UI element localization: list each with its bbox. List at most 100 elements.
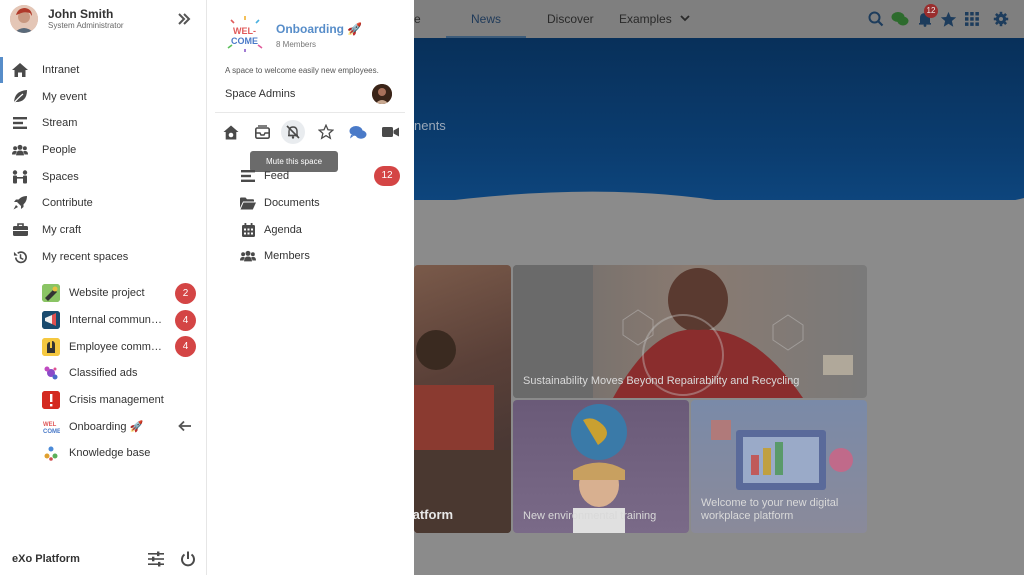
recent-spaces-list: Website project 2 Internal communication… — [0, 280, 207, 467]
drawer-footer: eXo Platform — [0, 545, 207, 575]
recent-spaces-header[interactable]: My recent spaces — [12, 249, 128, 265]
stream-icon — [12, 115, 28, 131]
space-chat-button[interactable] — [346, 120, 370, 144]
space-logo[interactable]: WEL- COME — [225, 14, 265, 54]
favorite-space-button[interactable] — [314, 120, 338, 144]
space-admin-avatar[interactable] — [372, 84, 392, 104]
star-icon[interactable] — [939, 10, 957, 28]
space-item-internal-communication[interactable]: Internal communication 4 — [0, 307, 207, 334]
divider — [215, 112, 405, 113]
space-item-crisis-management[interactable]: Crisis management — [0, 387, 207, 414]
space-nav-label: Members — [264, 250, 310, 263]
comments-icon — [349, 125, 367, 139]
notification-badge: 12 — [924, 4, 938, 18]
briefcase-icon — [12, 222, 28, 238]
menu-item-people[interactable]: People — [0, 137, 207, 164]
avatar[interactable] — [10, 5, 38, 33]
inbox-icon — [254, 125, 270, 139]
space-logo-line2: COME — [231, 36, 258, 46]
rocket-icon — [12, 195, 28, 211]
user-role: System Administrator — [48, 21, 124, 30]
star-outline-icon — [318, 124, 334, 140]
nav-tab-news[interactable]: News — [446, 0, 526, 38]
space-video-button[interactable] — [378, 120, 402, 144]
menu-item-contribute[interactable]: Contribute — [0, 190, 207, 217]
space-name[interactable]: Onboarding 🚀 — [276, 22, 362, 36]
brand-name: eXo Platform — [12, 553, 80, 565]
nav-item-hidden[interactable]: e — [414, 0, 421, 38]
menu-item-label: My event — [42, 90, 87, 103]
mute-space-button[interactable] — [281, 120, 305, 144]
space-nav-label: Documents — [264, 197, 320, 210]
main-menu: Intranet My event Stream People Spaces C… — [0, 57, 207, 243]
leaf-icon — [12, 89, 28, 105]
nav-tab-discover[interactable]: Discover — [547, 0, 594, 38]
spaces-icon — [12, 169, 28, 185]
menu-item-my-craft[interactable]: My craft — [0, 217, 207, 244]
menu-item-stream[interactable]: Stream — [0, 110, 207, 137]
space-inbox-button[interactable] — [250, 120, 274, 144]
user-profile[interactable]: John Smith System Administrator — [10, 5, 124, 33]
svg-text:WEL: WEL — [43, 422, 57, 428]
arrow-left-icon[interactable] — [178, 419, 192, 433]
news-tile-main-image — [414, 330, 511, 533]
settings-sliders-icon[interactable] — [148, 551, 165, 568]
power-icon[interactable] — [180, 551, 197, 568]
space-avatar — [42, 364, 60, 383]
apps-grid-icon[interactable] — [963, 10, 981, 28]
menu-item-intranet[interactable]: Intranet — [0, 57, 207, 84]
space-badge: 2 — [175, 283, 196, 304]
space-navigation: Feed 12 Documents Agenda Members — [207, 163, 414, 270]
user-info: John Smith System Administrator — [48, 7, 124, 31]
nav-tab-examples-label: Examples — [619, 12, 672, 26]
nav-tab-examples[interactable]: Examples — [619, 0, 690, 38]
space-panel: WEL- COME Onboarding 🚀 8 Members A space… — [207, 0, 414, 575]
space-nav-documents[interactable]: Documents — [207, 190, 414, 217]
space-avatar: WEL COME — [42, 417, 60, 436]
space-admins-label: Space Admins — [225, 88, 296, 100]
people-icon — [12, 142, 28, 158]
double-chevron-right-icon — [178, 13, 191, 25]
gear-icon[interactable] — [992, 10, 1010, 28]
space-nav-agenda[interactable]: Agenda — [207, 216, 414, 243]
news-tile-welcome[interactable]: Welcome to your new digital workplace pl… — [691, 400, 867, 533]
space-item-knowledge-base[interactable]: Knowledge base — [0, 440, 207, 467]
feed-badge: 12 — [374, 166, 400, 186]
home-icon — [12, 62, 28, 78]
space-members-count[interactable]: 8 Members — [276, 40, 316, 49]
menu-item-label: My craft — [42, 223, 82, 236]
space-item-label: Knowledge base — [69, 447, 151, 460]
space-actions — [219, 120, 409, 144]
news-tile-sustainability-caption: Sustainability Moves Beyond Repairabilit… — [523, 375, 800, 387]
space-item-website-project[interactable]: Website project 2 — [0, 280, 207, 307]
left-drawer: John Smith System Administrator Intranet… — [0, 0, 207, 575]
home-settings-icon — [223, 125, 239, 139]
space-badge: 4 — [175, 309, 196, 331]
history-icon — [12, 249, 28, 265]
news-tile-environment-caption: New environmental training — [523, 510, 657, 522]
space-item-label: Crisis management — [69, 394, 164, 407]
chat-icon[interactable] — [891, 10, 909, 28]
space-item-onboarding[interactable]: WEL COME Onboarding 🚀 — [0, 413, 207, 440]
news-tile-environment[interactable]: New environmental training — [513, 400, 689, 533]
collapse-drawer-button[interactable] — [176, 11, 192, 27]
space-nav-members[interactable]: Members — [207, 243, 414, 270]
space-avatar — [42, 391, 60, 410]
news-tile-sustainability[interactable]: Sustainability Moves Beyond Repairabilit… — [513, 265, 867, 398]
news-tile-main[interactable]: latform — [414, 265, 511, 533]
user-name: John Smith — [48, 7, 114, 21]
menu-item-label: Stream — [42, 117, 78, 130]
space-item-employee-community[interactable]: Employee community 4 — [0, 333, 207, 360]
menu-item-spaces[interactable]: Spaces — [0, 163, 207, 190]
menu-item-my-event[interactable]: My event — [0, 84, 207, 111]
chevron-down-icon — [680, 15, 690, 22]
search-icon[interactable] — [867, 10, 885, 28]
space-home-button[interactable] — [219, 120, 243, 144]
space-item-classified-ads[interactable]: Classified ads — [0, 360, 207, 387]
space-item-label: Classified ads — [69, 367, 138, 380]
space-item-label: Internal communication — [69, 314, 164, 327]
space-nav-feed[interactable]: Feed 12 — [207, 163, 414, 190]
space-nav-label: Agenda — [264, 223, 302, 236]
svg-text:COME: COME — [43, 429, 60, 435]
folder-open-icon — [240, 195, 256, 211]
